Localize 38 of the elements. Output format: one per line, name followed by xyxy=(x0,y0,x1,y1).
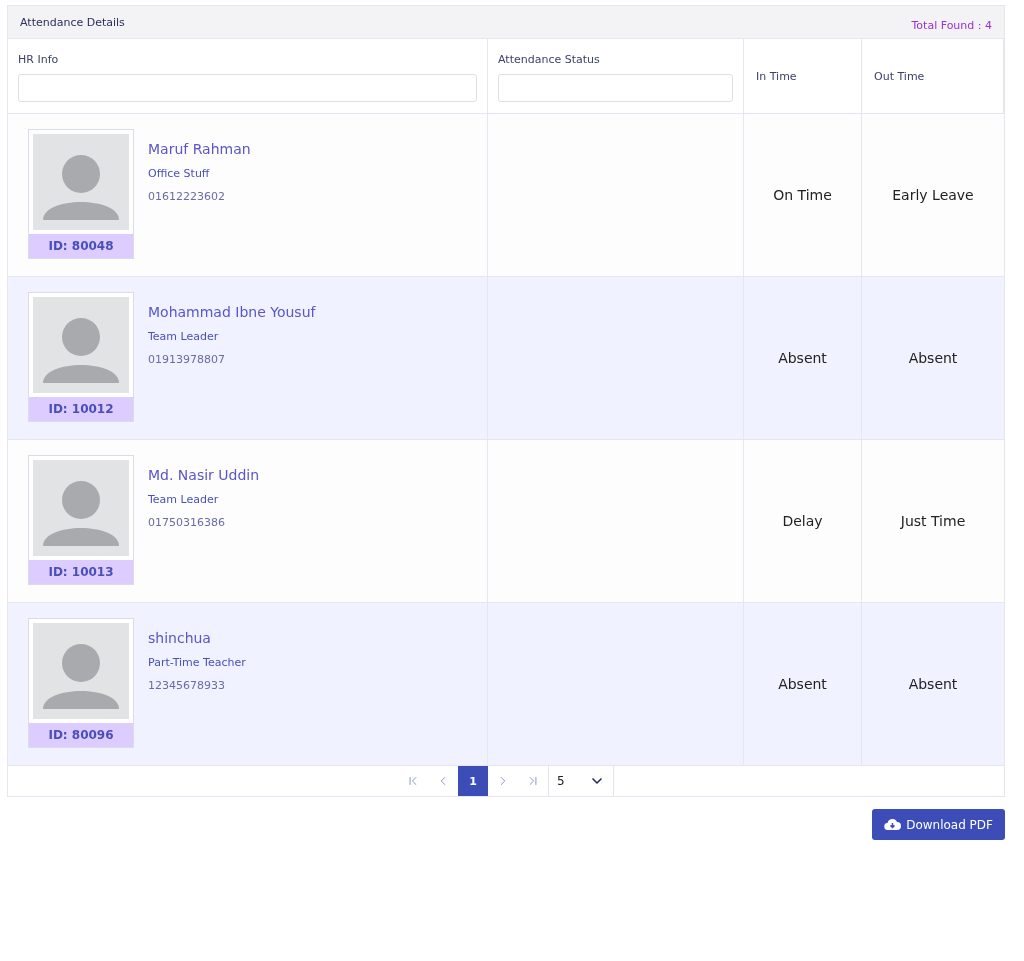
filter-input[interactable] xyxy=(498,74,733,102)
in-time-value: Absent xyxy=(778,350,827,366)
total-count: Total Found : 4 xyxy=(911,19,992,32)
employee-id: ID: 10012 xyxy=(29,397,133,421)
employee-name: Md. Nasir Uddin xyxy=(148,467,260,483)
employee-name: Maruf Rahman xyxy=(148,141,251,157)
employee-name: shinchua xyxy=(148,630,212,646)
employee-phone: 01612223602 xyxy=(148,190,226,203)
out-time-value: Absent xyxy=(908,350,958,366)
employee-phone: 01913978807 xyxy=(148,353,226,366)
out-time-value: Early Leave xyxy=(892,187,974,203)
first-page-icon xyxy=(406,774,420,788)
employee-id: ID: 80048 xyxy=(29,234,133,258)
employee-role: Office Stuff xyxy=(148,167,211,180)
page-button[interactable]: 1 xyxy=(458,766,488,796)
column-header: Out Time xyxy=(874,69,926,83)
employee-role: Part-Time Teacher xyxy=(148,656,246,669)
in-time-value: Delay xyxy=(782,513,823,529)
last-page-icon xyxy=(526,774,540,788)
employee-id: ID: 80096 xyxy=(29,723,133,747)
in-time-value: On Time xyxy=(773,187,832,203)
download-pdf-button[interactable]: Download PDF xyxy=(872,809,1005,840)
in-time-value: Absent xyxy=(778,676,827,692)
panel-title: Attendance Details xyxy=(20,15,125,29)
cloud-download-icon xyxy=(884,818,902,831)
out-time-value: Absent xyxy=(908,676,958,692)
employee-role: Team Leader xyxy=(148,493,220,506)
employee-phone: 12345678933 xyxy=(148,679,226,692)
out-time-value: Just Time xyxy=(900,513,966,529)
employee-phone: 01750316386 xyxy=(148,516,226,529)
filter-input[interactable] xyxy=(18,74,477,102)
employee-name: Mohammad Ibne Yousuf xyxy=(148,304,316,320)
page-size-select[interactable]: 5 xyxy=(548,766,614,796)
column-header: Attendance Status xyxy=(498,53,601,66)
employee-role: Team Leader xyxy=(148,330,220,343)
employee-id: ID: 10013 xyxy=(29,560,133,584)
column-header: In Time xyxy=(756,69,798,83)
column-header: HR Info xyxy=(18,53,60,66)
